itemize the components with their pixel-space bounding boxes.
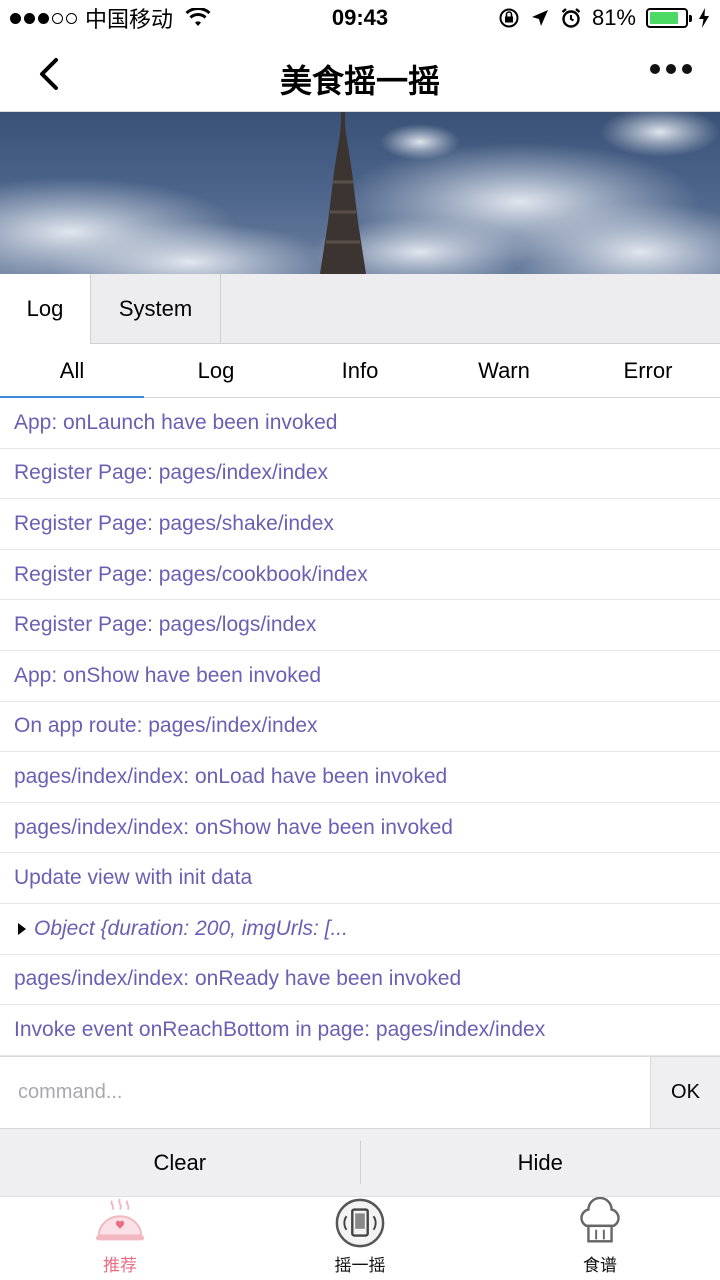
more-options-icon[interactable] [650, 64, 692, 74]
log-text: pages/index/index: onShow have been invo… [14, 815, 453, 839]
command-input[interactable] [0, 1057, 650, 1128]
tab-log[interactable]: Log [0, 274, 91, 344]
log-text: Register Page: pages/cookbook/index [14, 562, 368, 586]
log-entry: pages/index/index: onReady have been inv… [0, 955, 720, 1006]
log-entry: App: onShow have been invoked [0, 651, 720, 702]
shake-phone-icon [335, 1198, 385, 1248]
console-tabs: Log System [0, 274, 720, 344]
status-right: 81% [498, 5, 710, 30]
log-text: Register Page: pages/index/index [14, 461, 329, 485]
log-text: On app route: pages/index/index [14, 714, 318, 738]
log-entry: Register Page: pages/cookbook/index [0, 550, 720, 601]
log-entry: Register Page: pages/shake/index [0, 499, 720, 550]
filter-info[interactable]: Info [288, 344, 432, 397]
log-filters: All Log Info Warn Error [0, 344, 720, 398]
alarm-icon [561, 8, 581, 28]
location-arrow-icon [531, 10, 548, 26]
navigation-bar: 美食摇一摇 [0, 36, 720, 112]
command-bar: OK [0, 1056, 720, 1128]
tab-system[interactable]: System [91, 274, 221, 344]
filter-warn[interactable]: Warn [432, 344, 576, 397]
log-text: pages/index/index: onLoad have been invo… [14, 764, 448, 788]
log-text: Invoke event onReachBottom in page: page… [14, 1017, 546, 1041]
status-bar: 中国移动 09:43 81% [0, 0, 720, 36]
eiffel-tower-sky-image [0, 112, 720, 274]
battery-level [650, 12, 678, 24]
battery-percentage: 81% [591, 5, 636, 30]
log-entry: Update view with init data [0, 853, 720, 904]
tabbar-label: 摇一摇 [334, 1256, 386, 1275]
rotation-lock-icon [499, 8, 519, 28]
log-entry: Register Page: pages/logs/index [0, 600, 720, 651]
filter-log[interactable]: Log [144, 344, 288, 397]
log-entry: Register Page: pages/index/index [0, 449, 720, 500]
tabbar-item-recommend[interactable]: 推荐 [0, 1197, 240, 1280]
log-text: Update view with init data [14, 866, 253, 890]
console-actions: Clear Hide [0, 1128, 720, 1196]
log-text: Object {duration: 200, imgUrls: [... [34, 916, 348, 940]
clear-button[interactable]: Clear [0, 1141, 361, 1184]
bottom-tab-bar: 推荐 摇一摇 食谱 [0, 1196, 720, 1280]
chef-hat-icon [580, 1197, 620, 1243]
charging-bolt-icon [699, 8, 709, 28]
banner-image [0, 112, 720, 274]
log-entry: App: onLaunch have been invoked [0, 398, 720, 449]
log-list: App: onLaunch have been invoked Register… [0, 398, 720, 1056]
filter-error[interactable]: Error [576, 344, 720, 397]
log-text: App: onShow have been invoked [14, 663, 322, 687]
log-entry: Invoke event onReachBottom in page: page… [0, 1005, 720, 1056]
filter-all[interactable]: All [0, 344, 144, 398]
log-entry: On app route: pages/index/index [0, 702, 720, 753]
log-text: Register Page: pages/shake/index [14, 511, 334, 535]
tabbar-label: 推荐 [103, 1256, 137, 1275]
tabbar-label: 食谱 [583, 1256, 617, 1275]
log-entry: pages/index/index: onLoad have been invo… [0, 752, 720, 803]
ok-button[interactable]: OK [650, 1057, 720, 1128]
expand-caret-icon[interactable] [18, 922, 26, 935]
log-entry-object[interactable]: Object {duration: 200, imgUrls: [... [0, 904, 720, 955]
cloche-icon [95, 1198, 145, 1241]
log-text: pages/index/index: onReady have been inv… [14, 967, 462, 991]
tabbar-item-cookbook[interactable]: 食谱 [480, 1197, 720, 1280]
hide-button[interactable]: Hide [361, 1129, 720, 1196]
log-entry: pages/index/index: onShow have been invo… [0, 803, 720, 854]
tabbar-item-shake[interactable]: 摇一摇 [240, 1197, 480, 1280]
page-title: 美食摇一摇 [279, 63, 440, 99]
log-text: Register Page: pages/logs/index [14, 613, 317, 637]
log-text: App: onLaunch have been invoked [14, 410, 338, 434]
battery-icon [646, 8, 692, 28]
